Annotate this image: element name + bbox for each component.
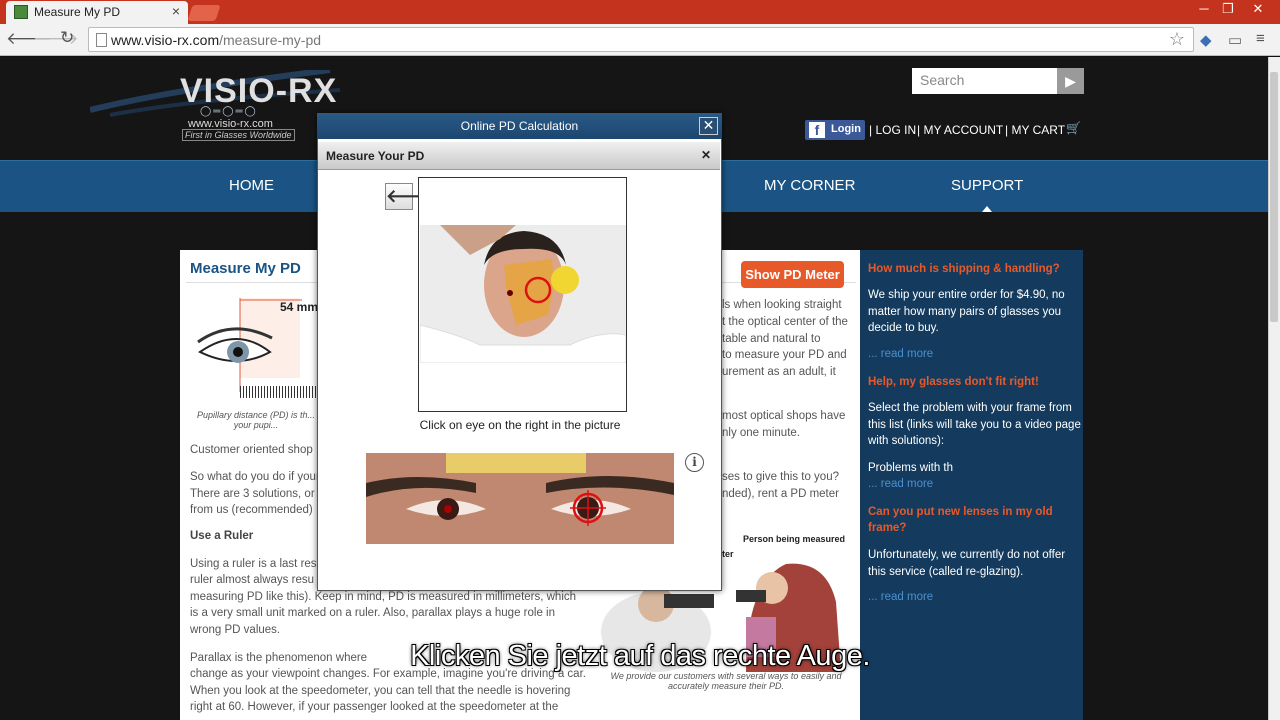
- cart-icon[interactable]: 🛒: [1066, 121, 1081, 135]
- nav-support[interactable]: SUPPORT: [951, 177, 1023, 194]
- favicon-icon: [14, 5, 28, 19]
- menu-icon[interactable]: ≡: [1256, 30, 1265, 47]
- cast-icon[interactable]: ▭: [1228, 31, 1242, 49]
- para-parallax-3: When you look at the speedometer, you ca…: [190, 685, 571, 697]
- url-path: /measure-my-pd: [219, 32, 322, 48]
- faq-a-fit-2: this list (links will take you to a vide…: [868, 419, 1081, 431]
- right-text-7: nly one minute.: [722, 427, 800, 439]
- bookmark-star-icon[interactable]: ☆: [1169, 29, 1185, 50]
- scrollbar-thumb[interactable]: [1270, 72, 1278, 322]
- nav-home[interactable]: HOME: [229, 177, 274, 194]
- facebook-login-label: Login: [831, 123, 861, 135]
- faq-a-lenses-1: Unfortunately, we currently do not offer: [868, 549, 1066, 561]
- faq-a-shipping-2: matter how many pairs of glasses you: [868, 306, 1062, 318]
- right-text-8: ses to give this to you?: [722, 471, 839, 483]
- para-sowhat-3: from us (recommended): [190, 504, 313, 516]
- right-text-1: ls when looking straight: [722, 299, 842, 311]
- faq-a-fit-1: Select the problem with your frame from: [868, 402, 1072, 414]
- url-domain: www.visio-rx.com: [111, 32, 220, 48]
- facebook-login-button[interactable]: f Login: [805, 120, 865, 140]
- right-text-3: table and natural to: [722, 333, 821, 345]
- faq-q-shipping[interactable]: How much is shipping & handling?: [868, 261, 1060, 278]
- para-ruler-5: wrong PD values.: [190, 624, 281, 636]
- para-ruler-4: is a very small unit marked on a ruler. …: [190, 607, 555, 619]
- faq-q-fit[interactable]: Help, my glasses don't fit right!: [868, 374, 1039, 391]
- right-text-2: t the optical center of the: [722, 316, 848, 328]
- heading-use-ruler: Use a Ruler: [190, 530, 254, 542]
- illustration-caption: We provide our customers with several wa…: [610, 671, 842, 691]
- minimize-button[interactable]: ─: [1192, 0, 1216, 20]
- face-photo[interactable]: [420, 225, 626, 363]
- read-more-link[interactable]: ... read more: [868, 591, 933, 603]
- address-bar[interactable]: www.visio-rx.com/measure-my-pd ☆: [88, 27, 1194, 52]
- instruction-text: Click on eye on the right in the picture: [419, 418, 621, 432]
- para-ruler-2: ruler almost always resu: [190, 574, 314, 586]
- para-ruler-1: Using a ruler is a last res: [190, 558, 317, 570]
- sub-header-title: Measure Your PD: [326, 149, 425, 163]
- back-arrow-button[interactable]: 🡐: [385, 183, 434, 210]
- search-submit-icon[interactable]: ▶: [1057, 68, 1084, 94]
- read-more-link[interactable]: ... read more: [868, 348, 933, 360]
- page-title: Measure My PD: [190, 260, 301, 277]
- right-text-6: most optical shops have: [722, 410, 846, 422]
- info-icon[interactable]: i: [685, 453, 704, 472]
- ruler-graphic: [240, 386, 316, 398]
- faq-a-shipping-3: decide to buy.: [868, 322, 939, 334]
- new-tab-button[interactable]: [187, 5, 221, 21]
- para-sowhat-1: So what do you do if your: [190, 471, 320, 483]
- faq-q-lenses-2[interactable]: frame?: [868, 520, 906, 537]
- sub-close-icon[interactable]: ✕: [701, 148, 711, 162]
- extension-icon[interactable]: ◆: [1200, 31, 1212, 49]
- faq-a-shipping-1: We ship your entire order for $4.90, no: [868, 289, 1065, 301]
- my-cart-link[interactable]: | MY CART: [1005, 123, 1065, 137]
- para-ruler-3: measuring PD like this). Keep in mind, P…: [190, 591, 577, 603]
- show-pd-meter-button[interactable]: Show PD Meter: [741, 261, 844, 288]
- eye-zoom-image[interactable]: [366, 453, 674, 544]
- tab-title: Measure My PD: [34, 5, 121, 19]
- para-parallax-4: right at 60. However, if your passenger …: [190, 701, 559, 713]
- read-more-link[interactable]: ... read more: [868, 478, 933, 490]
- right-text-5: urement as an adult, it: [722, 366, 836, 378]
- right-text-9: nded), rent a PD meter: [722, 488, 839, 500]
- reload-icon[interactable]: ↻: [60, 28, 74, 48]
- person-measured-label: Person being measured: [743, 534, 846, 544]
- faq-a-fit-problems: Problems with th: [868, 462, 954, 474]
- figure-caption: Pupillary distance (PD) is th... your pu…: [196, 410, 316, 430]
- page-icon: [96, 33, 107, 47]
- modal-close-button[interactable]: ✕: [699, 117, 718, 135]
- modal-header: Online PD Calculation: [317, 113, 722, 139]
- faq-q-lenses-1[interactable]: Can you put new lenses in my old: [868, 504, 1053, 521]
- facebook-icon: f: [809, 122, 825, 138]
- login-link[interactable]: | LOG IN: [869, 123, 916, 137]
- pd-value-label: 54 mm: [280, 300, 319, 314]
- maximize-button[interactable]: ❐: [1216, 0, 1240, 20]
- para-sowhat-2: There are 3 solutions, or: [190, 488, 315, 500]
- para-customer: Customer oriented shop: [190, 444, 313, 456]
- nav-active-indicator: [982, 206, 992, 212]
- faq-a-fit-3: with solutions):: [868, 435, 945, 447]
- nav-my-corner[interactable]: MY CORNER: [764, 177, 855, 194]
- search-input[interactable]: Search: [912, 68, 1057, 94]
- logo-tagline: First in Glasses Worldwide: [182, 129, 295, 141]
- glasses-logo-icon: ◯═◯═◯: [200, 106, 258, 117]
- right-text-4: to measure your PD and: [722, 349, 847, 361]
- browser-tab[interactable]: Measure My PD ×: [6, 1, 188, 24]
- close-window-button[interactable]: ✕: [1240, 0, 1276, 20]
- my-account-link[interactable]: | MY ACCOUNT: [917, 123, 1003, 137]
- faq-a-lenses-2: this service (called re-glazing).: [868, 566, 1024, 578]
- video-subtitle: Klicken Sie jetzt auf das rechte Auge.: [410, 640, 870, 672]
- tab-close-icon[interactable]: ×: [172, 3, 180, 19]
